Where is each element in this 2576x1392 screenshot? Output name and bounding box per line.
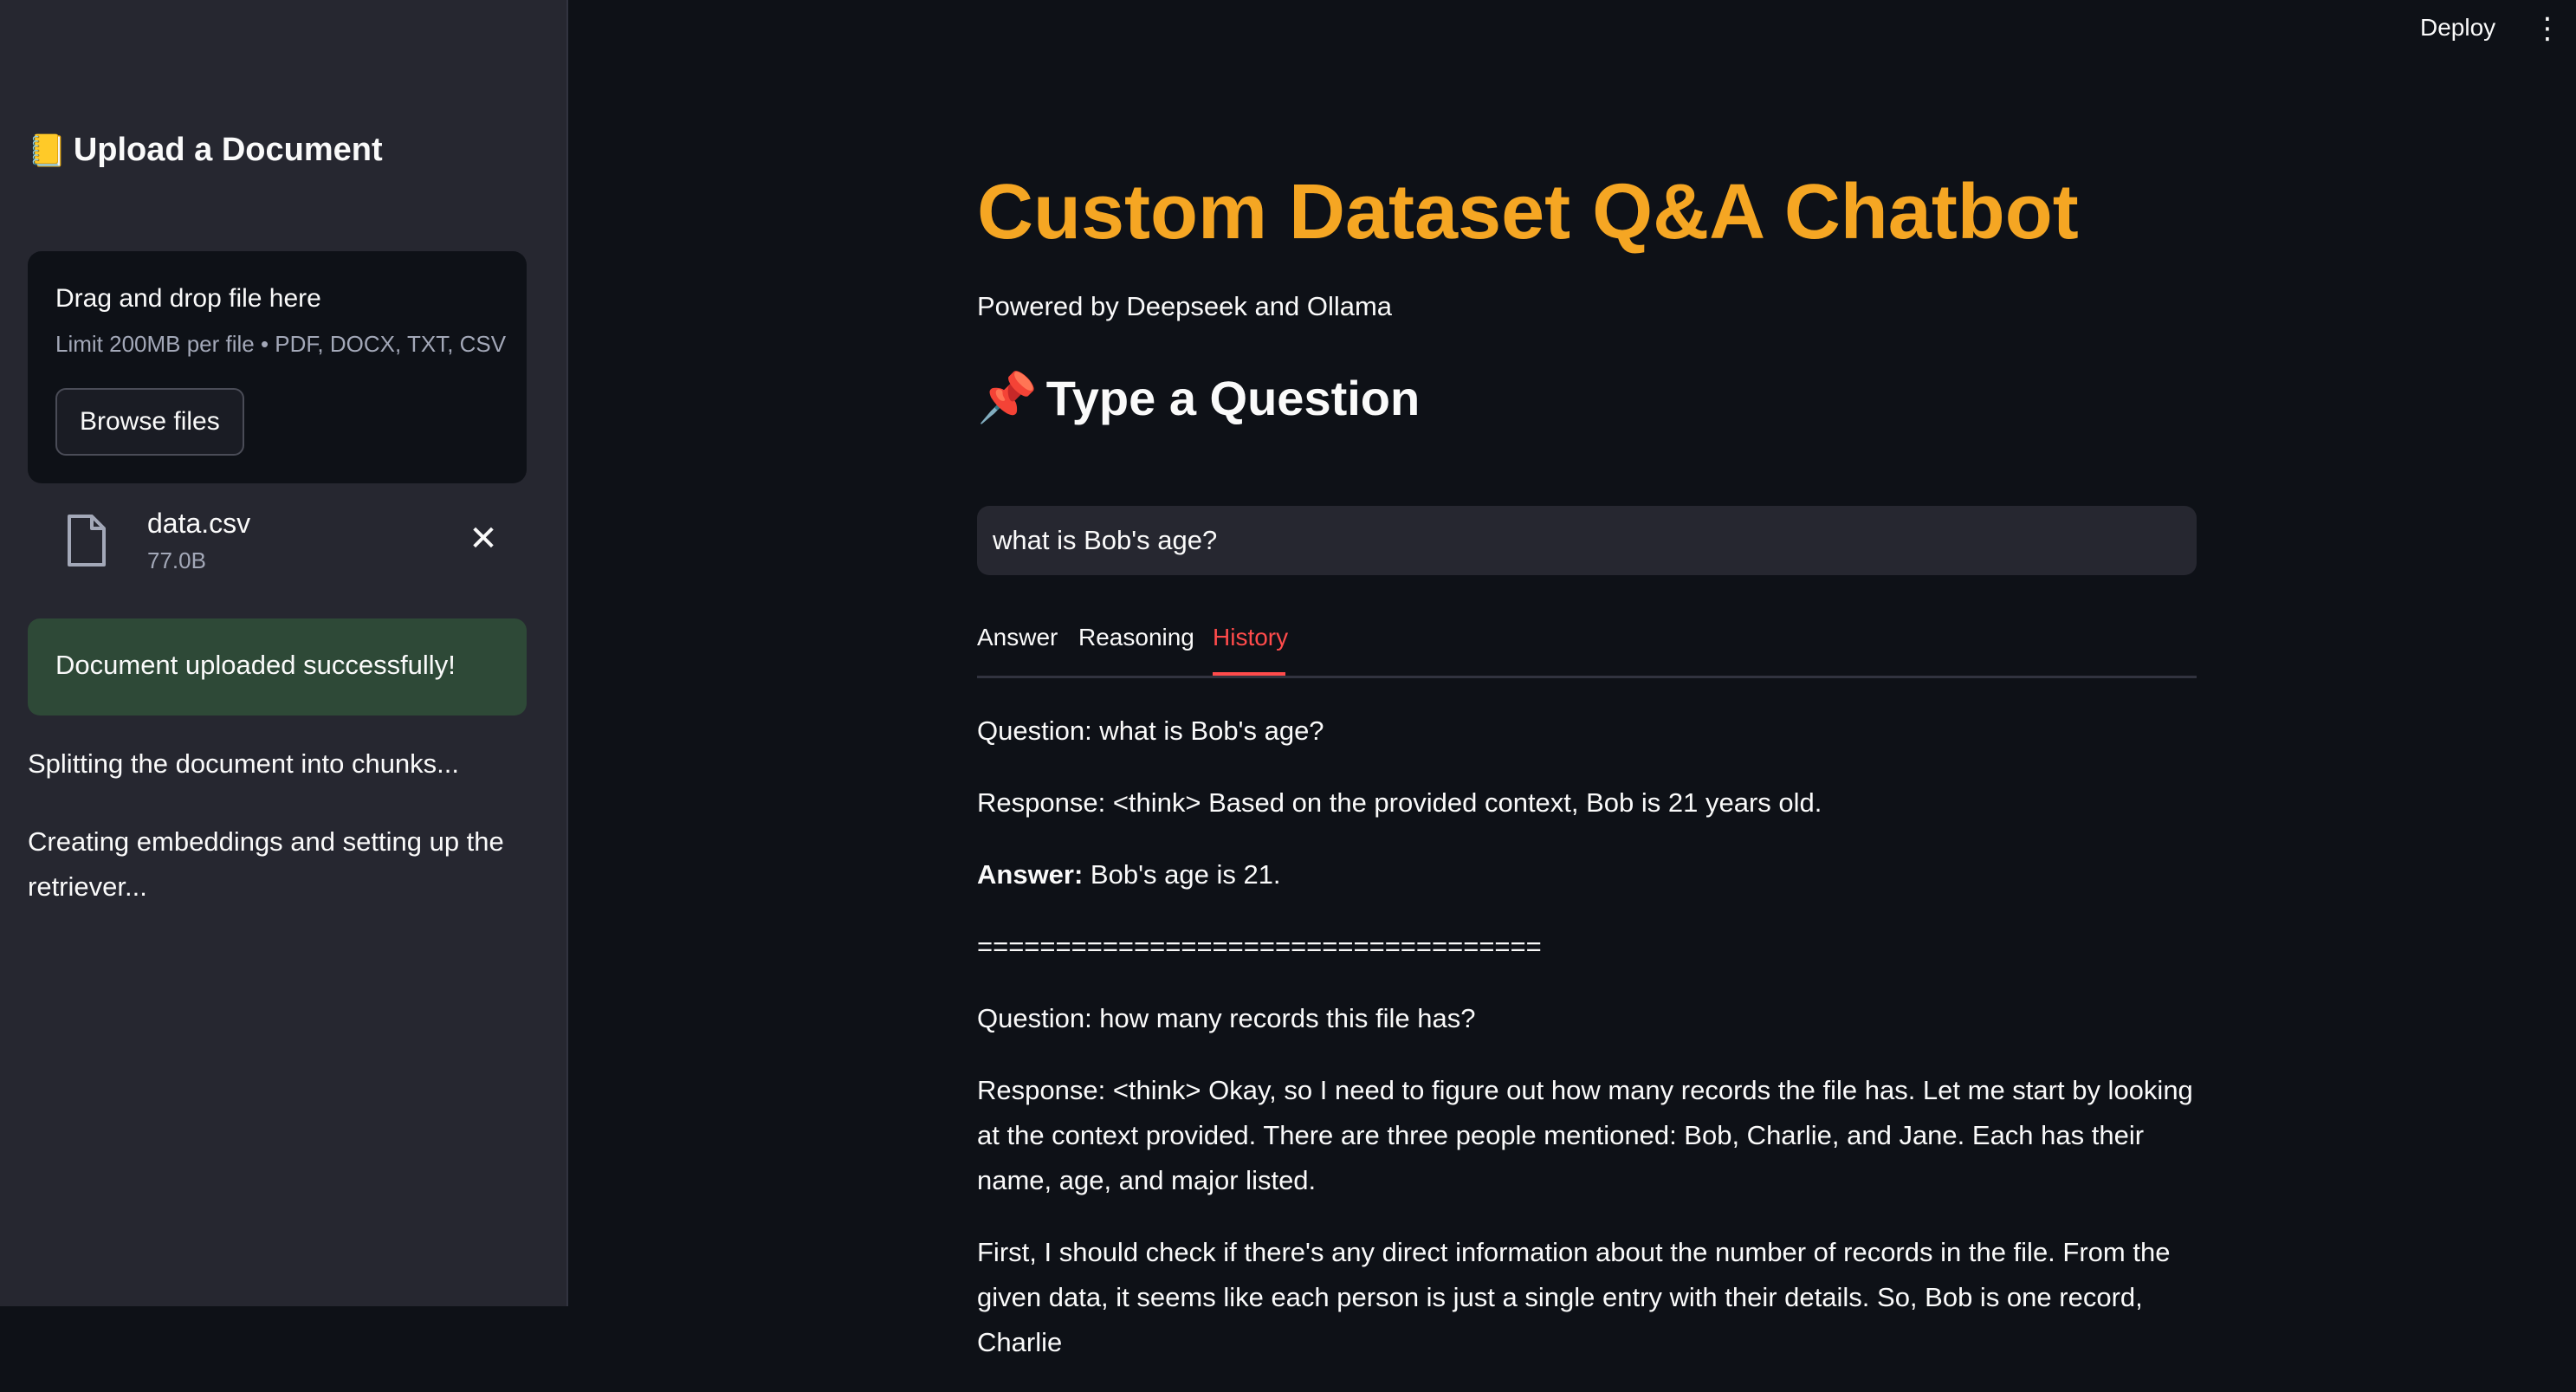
pushpin-icon: 📌: [977, 370, 1038, 424]
tab-bar: Answer Reasoning History: [977, 618, 2197, 678]
active-tab-indicator: [1213, 672, 1285, 676]
notebook-icon: 📒: [28, 132, 67, 168]
sidebar-title: 📒 Upload a Document: [28, 132, 383, 169]
tab-answer[interactable]: Answer: [977, 624, 1058, 651]
history-panel: Question: what is Bob's age? Response: <…: [977, 709, 2197, 1392]
history-question: Question: what is Bob's age?: [977, 715, 1324, 746]
success-message: Document uploaded successfully!: [55, 650, 456, 680]
history-question: Question: how many records this file has…: [977, 1003, 1476, 1033]
history-response: Response: <think> Based on the provided …: [977, 787, 1822, 818]
sidebar: 📒 Upload a Document Drag and drop file h…: [0, 0, 568, 1306]
more-menu-icon[interactable]: ⋮: [2533, 14, 2562, 43]
upload-success-alert: Document uploaded successfully!: [28, 618, 527, 715]
dropzone-title: Drag and drop file here: [55, 284, 321, 313]
section-heading-text: Type a Question: [1045, 370, 1421, 425]
deploy-button[interactable]: Deploy: [2420, 14, 2495, 42]
question-input[interactable]: [977, 506, 2197, 575]
browse-files-button[interactable]: Browse files: [55, 388, 244, 456]
history-response: Response: <think> Okay, so I need to fig…: [977, 1075, 2193, 1195]
history-answer: Answer: Bob's age is 21.: [977, 852, 2197, 897]
sidebar-title-text: Upload a Document: [73, 132, 383, 168]
tab-reasoning[interactable]: Reasoning: [1078, 624, 1194, 651]
status-splitting: Splitting the document into chunks...: [28, 748, 460, 779]
dropzone-limit: Limit 200MB per file • PDF, DOCX, TXT, C…: [55, 331, 507, 357]
history-separator: ====================================: [977, 931, 1542, 961]
uploaded-file: data.csv 77.0B ✕: [28, 499, 527, 594]
answer-text: Bob's age is 21.: [1083, 859, 1281, 890]
file-dropzone[interactable]: Drag and drop file here Limit 200MB per …: [28, 251, 527, 483]
history-response-continued: First, I should check if there's any dir…: [977, 1237, 2171, 1357]
file-size: 77.0B: [147, 547, 206, 573]
page-subtitle: Powered by Deepseek and Ollama: [977, 291, 1393, 321]
tab-history[interactable]: History: [1213, 624, 1288, 651]
file-icon: [68, 515, 106, 567]
close-icon[interactable]: ✕: [466, 521, 501, 556]
section-heading: 📌 Type a Question: [977, 369, 1420, 426]
page-title: Custom Dataset Q&A Chatbot: [977, 169, 2079, 256]
answer-label: Answer:: [977, 859, 1084, 890]
file-name: data.csv: [147, 508, 251, 539]
status-embedding: Creating embeddings and setting up the r…: [28, 826, 504, 902]
